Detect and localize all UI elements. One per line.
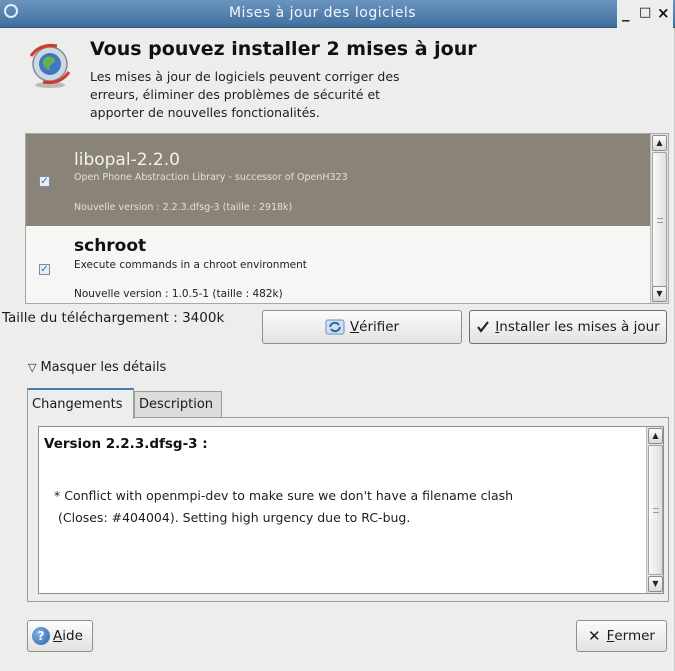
verify-label: érifier: [359, 319, 400, 335]
package-description: Execute commands in a chroot environment: [74, 259, 307, 271]
help-button[interactable]: ? Aide: [27, 620, 93, 652]
app-icon: [4, 4, 18, 18]
scroll-down-button[interactable]: ▼: [648, 576, 663, 592]
updates-scrollbar[interactable]: ▲ ▼: [650, 134, 668, 303]
tab-description[interactable]: Description: [134, 391, 222, 418]
verify-mnemonic: V: [349, 319, 360, 335]
details-toggle-label: Masquer les détails: [40, 360, 167, 375]
changelog-version: Version 2.2.3.dfsg-3 :: [44, 436, 208, 452]
checkmark-icon: [476, 320, 490, 334]
package-name: schroot: [74, 236, 147, 256]
refresh-icon: [325, 318, 345, 336]
update-row-schroot[interactable]: ✓ schroot Execute commands in a chroot e…: [26, 226, 651, 303]
package-version: Nouvelle version : 1.0.5-1 (taille : 482…: [74, 288, 283, 300]
minimize-button[interactable]: _: [622, 4, 630, 22]
update-row-libopal[interactable]: ✓ libopal-2.2.0 Open Phone Abstraction L…: [26, 134, 651, 226]
changelog-scrollbar[interactable]: ▲ ▼: [646, 427, 663, 593]
headline: Vous pouvez installer 2 mises à jour: [90, 38, 477, 60]
details-toggle[interactable]: ▽ Masquer les détails: [28, 360, 166, 375]
update-checkbox[interactable]: ✓: [39, 176, 50, 187]
download-size: Taille du téléchargement : 3400k: [2, 310, 225, 326]
close-button[interactable]: ✕ Fermer: [576, 620, 667, 652]
header-description-line: apporter de nouvelles fonctionalités.: [90, 105, 320, 120]
update-manager-window: Mises à jour des logiciels _ □ × Vous po…: [0, 0, 675, 671]
header-description-line: erreurs, éliminer des problèmes de sécur…: [90, 87, 381, 102]
update-checkbox[interactable]: ✓: [39, 264, 50, 275]
package-version: Nouvelle version : 2.2.3.dfsg-3 (taille …: [74, 202, 293, 213]
scroll-up-button[interactable]: ▲: [652, 135, 667, 151]
scroll-down-button[interactable]: ▼: [652, 286, 667, 302]
maximize-button[interactable]: □: [639, 5, 651, 20]
install-label: nstaller les mises à jour: [499, 319, 660, 335]
package-description: Open Phone Abstraction Library - success…: [74, 172, 348, 183]
help-icon: ?: [32, 627, 50, 645]
updates-list[interactable]: ✓ libopal-2.2.0 Open Phone Abstraction L…: [25, 133, 669, 304]
scroll-up-button[interactable]: ▲: [648, 428, 663, 444]
tab-changes[interactable]: Changements: [27, 388, 134, 419]
help-label: ide: [62, 628, 83, 644]
window-title: Mises à jour des logiciels: [228, 5, 417, 21]
help-mnemonic: A: [53, 628, 63, 644]
header-description: Les mises à jour de logiciels peuvent co…: [90, 68, 450, 122]
changelog-line: (Closes: #404004). Setting high urgency …: [58, 510, 411, 525]
package-name: libopal-2.2.0: [74, 150, 180, 170]
title-bar[interactable]: Mises à jour des logiciels _ □ ×: [0, 0, 675, 28]
changelog-text: * Conflict with openmpi-dev to make sure…: [54, 485, 614, 529]
scrollbar-thumb[interactable]: [648, 445, 663, 575]
expander-arrow-icon: ▽: [28, 361, 37, 374]
globe-update-icon: [29, 44, 71, 88]
changes-panel: Version 2.2.3.dfsg-3 : * Conflict with o…: [27, 417, 669, 602]
changelog-line: * Conflict with openmpi-dev to make sure…: [54, 488, 514, 503]
header-description-line: Les mises à jour de logiciels peuvent co…: [90, 69, 400, 84]
scrollbar-thumb[interactable]: [652, 152, 667, 287]
close-mnemonic: F: [606, 628, 615, 644]
close-icon: ✕: [588, 627, 601, 645]
window-controls: _ □ ×: [617, 0, 673, 28]
install-updates-button[interactable]: Installer les mises à jour: [469, 310, 667, 344]
close-window-button[interactable]: ×: [657, 4, 670, 22]
close-label: ermer: [614, 628, 655, 644]
verify-button[interactable]: Vérifier: [262, 310, 462, 344]
changelog-textview[interactable]: Version 2.2.3.dfsg-3 : * Conflict with o…: [38, 426, 664, 594]
